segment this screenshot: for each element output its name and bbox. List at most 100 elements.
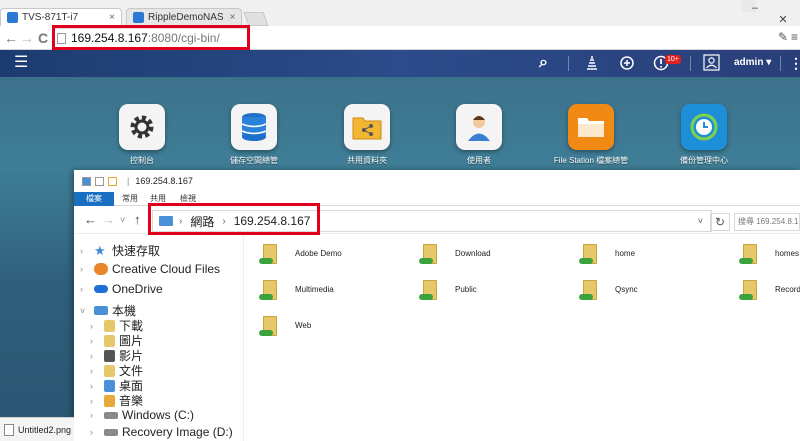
- share-item[interactable]: Adobe Demo: [259, 240, 342, 266]
- app-file-station[interactable]: File Station 檔案總管: [531, 104, 651, 166]
- sidebar-item-label: Creative Cloud Files: [112, 262, 221, 276]
- refresh-button[interactable]: ↻: [710, 213, 730, 231]
- share-item[interactable]: Download: [419, 240, 491, 266]
- share-label: Recordings: [775, 284, 800, 294]
- new-folder-icon[interactable]: [108, 176, 117, 186]
- app-label: 控制台: [130, 156, 154, 165]
- drive-icon: [104, 428, 118, 436]
- app-users[interactable]: 使用者: [419, 104, 539, 166]
- browser-tab-bar: TVS-871T-i7 × RippleDemoNAS × – ✕: [0, 0, 800, 26]
- pin-icon[interactable]: ✎: [778, 30, 788, 44]
- background-tasks-icon[interactable]: [585, 55, 599, 71]
- chevron-right-icon[interactable]: ›: [90, 336, 100, 346]
- qnap-favicon-icon: [133, 12, 144, 23]
- new-tab-button[interactable]: [243, 12, 269, 26]
- search-input[interactable]: 搜尋 169.254.8.167: [734, 213, 800, 231]
- app-backup-station[interactable]: 備份管理中心: [644, 104, 764, 166]
- close-tab-icon[interactable]: ×: [224, 12, 236, 23]
- external-device-icon[interactable]: [619, 55, 635, 71]
- sidebar-item-label: 快速存取: [112, 244, 161, 258]
- chevron-right-icon[interactable]: ›: [80, 264, 90, 274]
- chevron-down-icon[interactable]: ˅: [698, 216, 703, 226]
- app-label: 備份管理中心: [680, 156, 728, 165]
- user-menu[interactable]: admin ▾: [734, 57, 771, 68]
- forward-icon[interactable]: →: [20, 30, 34, 46]
- chevron-down-icon: ▾: [766, 57, 772, 68]
- share-item[interactable]: Multimedia: [259, 276, 334, 302]
- separator: [568, 56, 569, 71]
- more-options-icon[interactable]: ⋮: [789, 55, 800, 71]
- chevron-right-icon[interactable]: ›: [90, 366, 100, 376]
- share-item[interactable]: Qsync: [579, 276, 638, 302]
- sidebar-item-onedrive[interactable]: › OneDrive: [80, 282, 163, 296]
- download-folder-icon: [104, 319, 115, 332]
- user-avatar-icon[interactable]: [703, 54, 720, 71]
- pictures-folder-icon: [104, 334, 115, 347]
- user-icon: [456, 104, 502, 150]
- chevron-right-icon[interactable]: ›: [90, 427, 100, 437]
- forward-icon[interactable]: →: [102, 212, 115, 227]
- highlight-box-url: [52, 25, 250, 50]
- app-control-panel[interactable]: 控制台: [82, 104, 202, 166]
- chrome-menu-icon[interactable]: ≡: [791, 30, 798, 44]
- computer-icon: [82, 176, 91, 186]
- content-pane: Adobe Demo Download home homes Multimedi…: [245, 234, 800, 441]
- quick-access-save-icon[interactable]: [95, 176, 104, 186]
- chevron-right-icon[interactable]: ›: [90, 351, 100, 361]
- computer-icon: [94, 306, 108, 315]
- app-label: 共用資料夾: [347, 156, 387, 165]
- sidebar-item-label: Recovery Image (D:): [122, 425, 233, 439]
- videos-folder-icon: [104, 349, 115, 362]
- app-label: 儲存空間總管: [230, 156, 278, 165]
- tab-rippledemonas[interactable]: RippleDemoNAS ×: [126, 8, 242, 26]
- chevron-right-icon[interactable]: ›: [90, 396, 100, 406]
- reload-icon[interactable]: C: [38, 30, 48, 46]
- sidebar-item-windows-c[interactable]: › Windows (C:): [90, 408, 194, 422]
- network-share-icon: [259, 240, 279, 266]
- screenshot-root: TVS-871T-i7 × RippleDemoNAS × – ✕ ← → C …: [0, 0, 800, 441]
- sidebar-item-label: Windows (C:): [122, 408, 195, 422]
- search-icon[interactable]: ⌕: [539, 55, 548, 71]
- star-icon: ★: [94, 242, 106, 258]
- tab-tvs-871t[interactable]: TVS-871T-i7 ×: [0, 8, 122, 26]
- share-label: Web: [295, 320, 312, 330]
- back-icon[interactable]: ←: [4, 30, 18, 46]
- taskbar-label: Untitled2.png: [18, 424, 72, 435]
- main-menu-icon[interactable]: ☰: [14, 55, 28, 71]
- image-file-icon: [4, 423, 14, 436]
- chevron-right-icon[interactable]: ›: [80, 284, 90, 294]
- app-label: 使用者: [467, 156, 491, 165]
- chevron-right-icon[interactable]: ›: [90, 321, 100, 331]
- share-item[interactable]: Web: [259, 312, 311, 338]
- app-shared-folders[interactable]: 共用資料夾: [307, 104, 427, 166]
- app-storage-manager[interactable]: 儲存空間總管: [194, 104, 314, 166]
- chevron-right-icon[interactable]: ›: [80, 246, 90, 256]
- minimize-button[interactable]: –: [742, 0, 768, 16]
- chevron-right-icon[interactable]: ›: [90, 381, 100, 391]
- sidebar-item-music[interactable]: › 音樂: [90, 392, 143, 409]
- share-label: Qsync: [615, 284, 638, 294]
- music-folder-icon: [104, 394, 115, 407]
- share-item[interactable]: homes: [739, 240, 799, 266]
- close-tab-icon[interactable]: ×: [103, 12, 115, 23]
- creative-cloud-icon: [94, 263, 108, 275]
- sidebar-item-creative-cloud[interactable]: › Creative Cloud Files: [80, 262, 220, 276]
- taskbar-item[interactable]: Untitled2.png: [0, 417, 74, 441]
- app-label: File Station 檔案總管: [553, 156, 629, 165]
- share-item[interactable]: Public: [419, 276, 477, 302]
- sidebar-item-recovery-d[interactable]: › Recovery Image (D:): [90, 425, 233, 439]
- share-label: homes: [775, 248, 800, 258]
- tab-home[interactable]: 常用: [118, 192, 142, 206]
- back-icon[interactable]: ←: [84, 212, 97, 227]
- chevron-down-icon[interactable]: ˅: [80, 306, 90, 316]
- share-item[interactable]: Recordings: [739, 276, 800, 302]
- share-item[interactable]: home: [579, 240, 635, 266]
- documents-folder-icon: [104, 364, 115, 377]
- tab-file[interactable]: 檔案: [74, 192, 114, 206]
- recent-locations-icon[interactable]: ˅: [120, 215, 125, 225]
- chevron-right-icon[interactable]: ›: [90, 410, 100, 420]
- sidebar-item-quick-access[interactable]: › ★ 快速存取: [80, 242, 160, 259]
- folder-icon: [568, 104, 614, 150]
- qnap-top-bar: [0, 50, 800, 77]
- up-icon[interactable]: ↑: [134, 212, 141, 227]
